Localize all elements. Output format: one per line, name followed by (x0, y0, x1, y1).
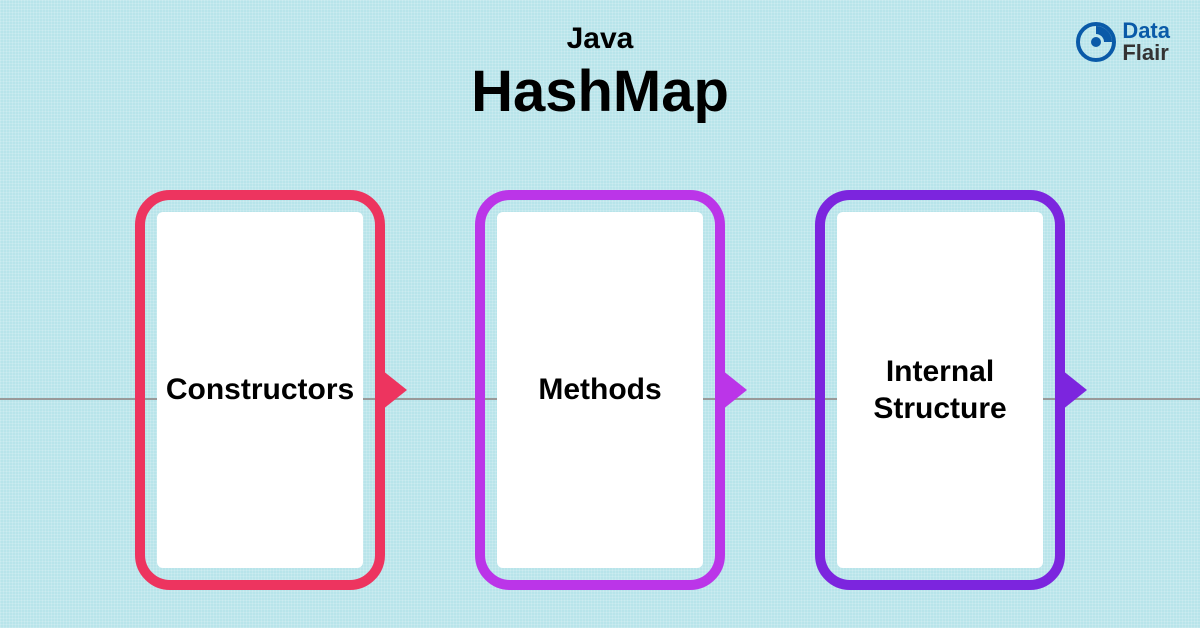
brand-logo: Data Flair (1076, 20, 1170, 64)
page-title: HashMap (471, 58, 729, 125)
card-methods: Methods (475, 190, 725, 590)
arrow-right-icon (1057, 366, 1087, 414)
card-label: Methods (538, 371, 661, 409)
brand-text-flair: Flair (1122, 42, 1170, 64)
arrow-right-icon (717, 366, 747, 414)
card-constructors: Constructors (135, 190, 385, 590)
brand-text-data: Data (1122, 20, 1170, 42)
page-title-block: Java HashMap (471, 22, 729, 125)
arrow-right-icon (377, 366, 407, 414)
page-subtitle: Java (471, 22, 729, 56)
card-label: Internal Structure (857, 353, 1023, 428)
card-label: Constructors (166, 371, 354, 409)
dataflair-logo-icon (1076, 22, 1116, 62)
card-internal-structure: Internal Structure (815, 190, 1065, 590)
cards-row: Constructors Methods Internal Structure (0, 190, 1200, 590)
brand-text: Data Flair (1122, 20, 1170, 64)
